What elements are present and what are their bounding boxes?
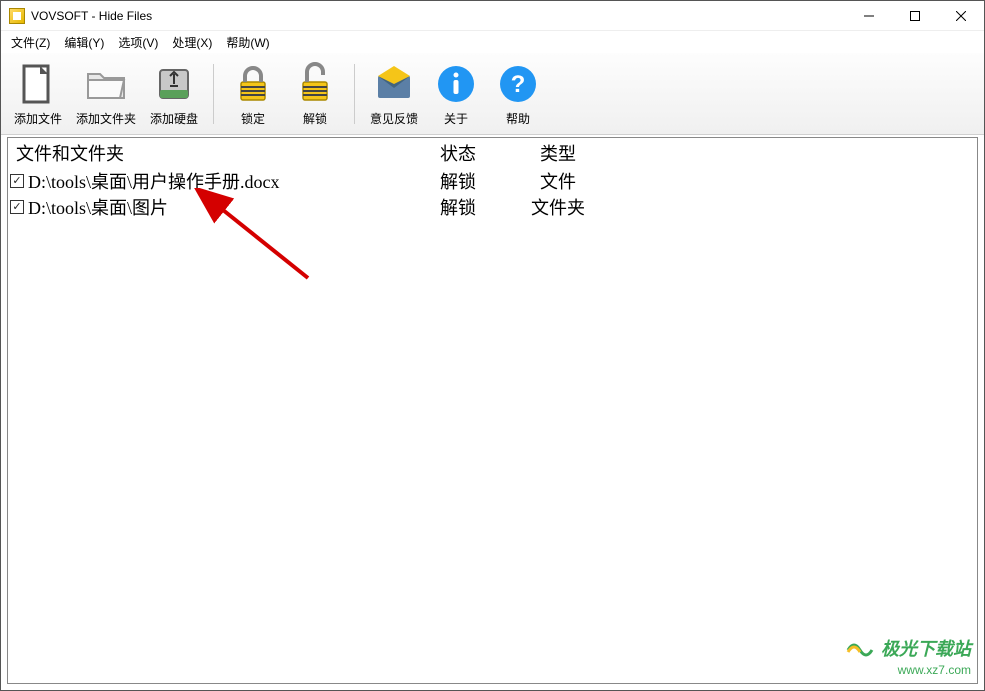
window-title: VOVSOFT - Hide Files: [31, 9, 152, 23]
file-list[interactable]: 文件和文件夹 状态 类型 D:\tools\桌面\用户操作手册.docx 解锁 …: [7, 137, 978, 684]
maximize-button[interactable]: [892, 1, 938, 31]
list-item[interactable]: D:\tools\桌面\图片 解锁 文件夹: [8, 194, 977, 220]
disk-icon: [150, 60, 198, 108]
feedback-label: 意见反馈: [370, 110, 418, 127]
folder-icon: [82, 60, 130, 108]
menu-options[interactable]: 选项(V): [112, 32, 164, 53]
watermark-logo-icon: [846, 640, 874, 663]
maximize-icon: [910, 11, 920, 21]
minimize-button[interactable]: [846, 1, 892, 31]
file-status: 解锁: [408, 194, 508, 220]
checkbox[interactable]: [10, 174, 24, 188]
column-type[interactable]: 类型: [508, 140, 608, 166]
file-status: 解锁: [408, 168, 508, 194]
menu-file[interactable]: 文件(Z): [5, 32, 56, 53]
titlebar: VOVSOFT - Hide Files: [1, 1, 984, 31]
file-path: D:\tools\桌面\用户操作手册.docx: [28, 168, 408, 194]
add-file-button[interactable]: 添加文件: [7, 55, 69, 132]
file-type: 文件夹: [508, 194, 608, 220]
column-path[interactable]: 文件和文件夹: [8, 140, 408, 166]
close-button[interactable]: [938, 1, 984, 31]
lock-open-icon: [291, 60, 339, 108]
lock-label: 锁定: [241, 110, 265, 127]
about-button[interactable]: 关于: [425, 55, 487, 132]
menu-process[interactable]: 处理(X): [166, 32, 218, 53]
lock-button[interactable]: 锁定: [222, 55, 284, 132]
toolbar: 添加文件 添加文件夹 添加硬盘 锁定 解锁 意见反馈: [1, 53, 984, 135]
menu-edit[interactable]: 编辑(Y): [58, 32, 110, 53]
lock-closed-icon: [229, 60, 277, 108]
about-label: 关于: [444, 110, 468, 127]
minimize-icon: [864, 11, 874, 21]
svg-text:?: ?: [511, 71, 526, 98]
list-item[interactable]: D:\tools\桌面\用户操作手册.docx 解锁 文件: [8, 168, 977, 194]
watermark-url: www.xz7.com: [846, 663, 971, 677]
unlock-button[interactable]: 解锁: [284, 55, 346, 132]
add-file-label: 添加文件: [14, 110, 62, 127]
menubar: 文件(Z) 编辑(Y) 选项(V) 处理(X) 帮助(W): [1, 31, 984, 53]
help-button[interactable]: ? 帮助: [487, 55, 549, 132]
checkbox[interactable]: [10, 200, 24, 214]
toolbar-separator: [354, 64, 355, 124]
file-path: D:\tools\桌面\图片: [28, 194, 408, 220]
column-headers: 文件和文件夹 状态 类型: [8, 138, 977, 168]
file-icon: [14, 60, 62, 108]
app-icon: [9, 8, 25, 24]
toolbar-separator: [213, 64, 214, 124]
help-label: 帮助: [506, 110, 530, 127]
info-icon: [432, 60, 480, 108]
column-status[interactable]: 状态: [408, 140, 508, 166]
close-icon: [956, 11, 966, 21]
file-type: 文件: [508, 168, 608, 194]
add-folder-label: 添加文件夹: [76, 110, 136, 127]
add-disk-label: 添加硬盘: [150, 110, 198, 127]
envelope-icon: [370, 60, 418, 108]
menu-help[interactable]: 帮助(W): [220, 32, 275, 53]
feedback-button[interactable]: 意见反馈: [363, 55, 425, 132]
add-folder-button[interactable]: 添加文件夹: [69, 55, 143, 132]
question-icon: ?: [494, 60, 542, 108]
watermark-text: 极光下载站: [881, 639, 971, 659]
unlock-label: 解锁: [303, 110, 327, 127]
window-controls: [846, 1, 984, 31]
watermark: 极光下载站 www.xz7.com: [846, 635, 971, 677]
add-disk-button[interactable]: 添加硬盘: [143, 55, 205, 132]
